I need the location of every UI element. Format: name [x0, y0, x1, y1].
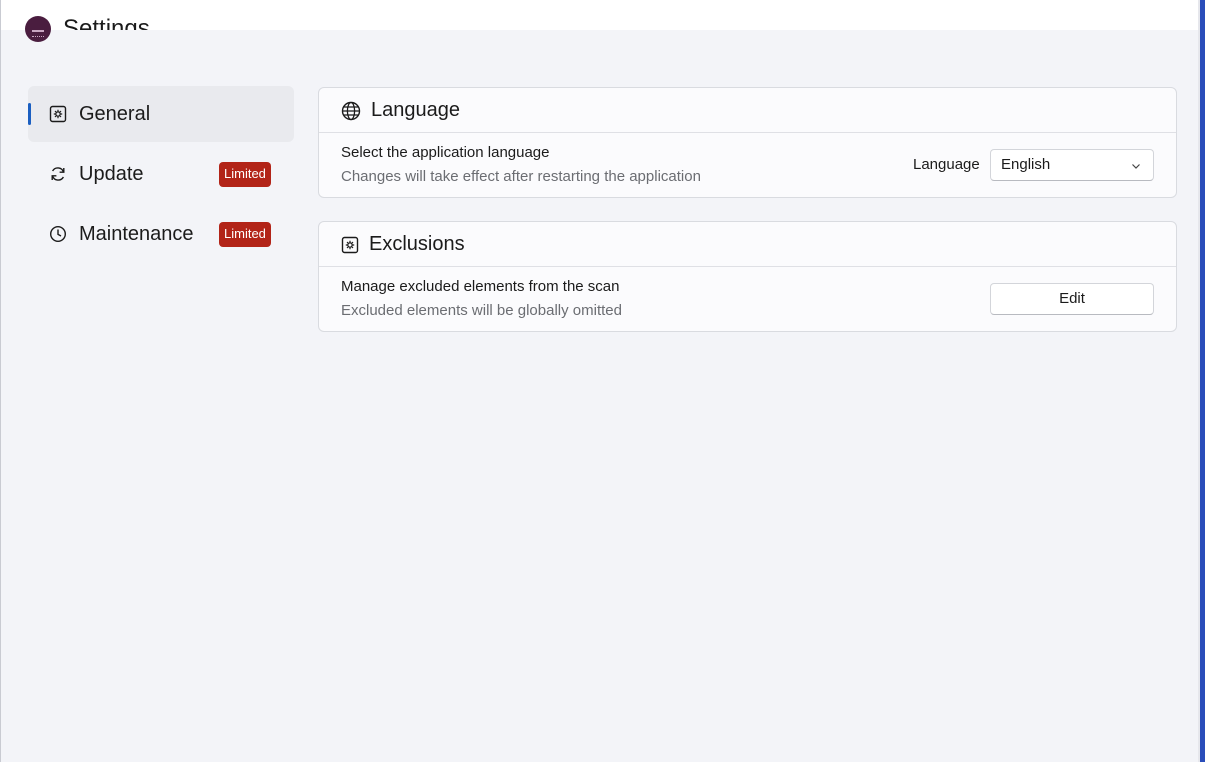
- app-title: Settings: [63, 15, 150, 30]
- clock-icon: [49, 225, 67, 243]
- edit-exclusions-button[interactable]: Edit: [990, 283, 1154, 315]
- sidebar-item-general[interactable]: General: [28, 86, 294, 142]
- sidebar-item-label: Maintenance: [79, 223, 194, 245]
- exclusions-card-header: Exclusions: [319, 222, 1176, 267]
- sidebar: General Update Limited Maintenance Limit…: [28, 86, 294, 266]
- card-title: Exclusions: [369, 233, 465, 255]
- sidebar-item-update[interactable]: Update Limited: [28, 146, 294, 202]
- language-select-value: English: [1001, 156, 1051, 173]
- row-title: Manage excluded elements from the scan: [341, 278, 620, 295]
- window-border-accent: [1200, 0, 1205, 762]
- app-window: Settings General Update Limited Maintena…: [0, 0, 1205, 762]
- row-subtitle: Excluded elements will be globally omitt…: [341, 302, 622, 319]
- row-title: Select the application language: [341, 144, 550, 161]
- app-logo: [25, 16, 51, 42]
- active-indicator: [28, 103, 31, 125]
- card-title: Language: [371, 99, 460, 121]
- language-card-header: Language: [319, 88, 1176, 133]
- sidebar-item-maintenance[interactable]: Maintenance Limited: [28, 206, 294, 262]
- language-select-label: Language: [913, 156, 980, 173]
- limited-badge: Limited: [219, 162, 271, 187]
- gear-icon: [49, 105, 67, 123]
- refresh-icon: [51, 167, 65, 181]
- sidebar-item-label: Update: [79, 163, 144, 185]
- language-card: Language Select the application language…: [318, 87, 1177, 198]
- title-bar: Settings: [1, 0, 1200, 42]
- globe-icon: [341, 101, 361, 121]
- limited-badge: Limited: [219, 222, 271, 247]
- exclusions-card: Exclusions Manage excluded elements from…: [318, 221, 1177, 332]
- exclusions-row: Manage excluded elements from the scan E…: [319, 267, 1176, 331]
- language-row: Select the application language Changes …: [319, 133, 1176, 197]
- row-subtitle: Changes will take effect after restartin…: [341, 168, 701, 185]
- gear-icon: [341, 236, 359, 254]
- language-select[interactable]: English: [990, 149, 1154, 181]
- chevron-down-icon: [1132, 164, 1140, 169]
- sidebar-item-label: General: [79, 103, 151, 125]
